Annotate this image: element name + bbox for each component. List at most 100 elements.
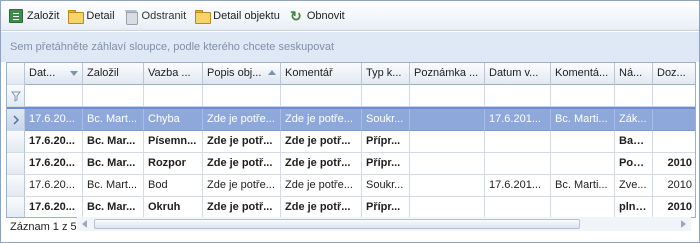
table-cell[interactable]: Zde je potře...: [281, 175, 362, 197]
filter-cell[interactable]: [615, 85, 653, 107]
sort-asc-icon: [268, 70, 276, 75]
table-cell[interactable]: 17.6.201...: [485, 175, 551, 197]
filter-cell[interactable]: [485, 85, 551, 107]
filter-cell[interactable]: [144, 85, 203, 107]
table-cell[interactable]: plně...: [615, 197, 653, 217]
scroll-right-icon[interactable]: [681, 220, 686, 228]
table-cell[interactable]: 17.6.20...: [25, 197, 83, 217]
group-by-panel[interactable]: Sem přetáhněte záhlaví sloupce, podle kt…: [1, 32, 699, 62]
table-cell[interactable]: Okruh: [144, 197, 203, 217]
table-cell[interactable]: Zde je potře...: [203, 175, 281, 197]
filter-cell[interactable]: [83, 85, 144, 107]
filter-cell[interactable]: [362, 85, 410, 107]
column-header[interactable]: Doz...: [653, 63, 695, 85]
filter-cell[interactable]: [653, 85, 695, 107]
row-indicator[interactable]: [7, 197, 25, 217]
row-indicator[interactable]: [7, 109, 25, 131]
horizontal-scrollbar[interactable]: [77, 217, 691, 231]
column-header[interactable]: Popis obj...: [203, 63, 281, 85]
object-detail-button[interactable]: Detail objektu: [195, 5, 285, 27]
table-cell[interactable]: [551, 197, 615, 217]
table-cell[interactable]: Bc. Mart...: [83, 175, 144, 197]
column-header[interactable]: Dat...: [25, 63, 83, 85]
filter-cell[interactable]: [410, 85, 485, 107]
table-cell[interactable]: 2010: [653, 175, 695, 197]
table-cell[interactable]: [410, 153, 485, 175]
table-cell[interactable]: Zde je potře...: [281, 109, 362, 131]
column-header[interactable]: Typ k...: [362, 63, 410, 85]
table-cell[interactable]: Zde je potř...: [203, 131, 281, 153]
filter-cell[interactable]: [281, 85, 362, 107]
scroll-left-icon[interactable]: [82, 220, 87, 228]
column-header[interactable]: Komentá...: [551, 63, 615, 85]
detail-button[interactable]: Detail: [68, 5, 119, 27]
table-cell[interactable]: [653, 109, 695, 131]
grid-window: Založit Detail Odstranit Detail objektu …: [0, 0, 700, 243]
column-header[interactable]: Vazba ...: [144, 63, 203, 85]
table-cell[interactable]: 17.6.20...: [25, 131, 83, 153]
table-cell[interactable]: 17.6.201...: [485, 109, 551, 131]
table-cell[interactable]: Zde je potř...: [281, 153, 362, 175]
table-cell[interactable]: [410, 197, 485, 217]
row-indicator[interactable]: [7, 175, 25, 197]
table-cell[interactable]: Soukr...: [362, 175, 410, 197]
table-cell[interactable]: Chyba: [144, 109, 203, 131]
table-cell[interactable]: Rozpor: [144, 153, 203, 175]
table-cell[interactable]: Přípr...: [362, 131, 410, 153]
row-indicator[interactable]: [7, 131, 25, 153]
table-row[interactable]: 17.6.20... Bc. Mar... Rozpor Zde je potř...…: [7, 153, 695, 175]
table-cell[interactable]: [485, 131, 551, 153]
table-cell[interactable]: Zde je potř...: [203, 153, 281, 175]
table-cell[interactable]: [485, 197, 551, 217]
table-cell[interactable]: Zde je potř...: [281, 131, 362, 153]
table-cell[interactable]: 2010: [653, 197, 695, 217]
column-header[interactable]: Datum v...: [485, 63, 551, 85]
refresh-button[interactable]: ↻ Obnovit: [289, 5, 350, 27]
table-cell[interactable]: [653, 131, 695, 153]
scrollbar-thumb[interactable]: [94, 219, 580, 229]
table-cell[interactable]: Soukr...: [362, 109, 410, 131]
table-row[interactable]: 17.6.20... Bc. Mar... Písemn... Zde je potř…: [7, 131, 695, 153]
table-cell[interactable]: Bc. Mar...: [83, 197, 144, 217]
table-cell[interactable]: Přípr...: [362, 153, 410, 175]
table-cell[interactable]: Zde je potře...: [203, 109, 281, 131]
delete-button[interactable]: Odstranit: [124, 5, 192, 27]
table-cell[interactable]: Bc. Mar...: [83, 131, 144, 153]
table-cell[interactable]: Bc. Mart...: [83, 109, 144, 131]
table-row[interactable]: 17.6.20... Bc. Mart... Chyba Zde je potře..…: [7, 109, 695, 131]
table-cell[interactable]: [485, 153, 551, 175]
table-cell[interactable]: [410, 109, 485, 131]
table-row[interactable]: 17.6.20... Bc. Mart... Bod Zde je potře... Z…: [7, 175, 695, 197]
table-cell[interactable]: 2010: [653, 153, 695, 175]
filter-cell[interactable]: [25, 85, 83, 107]
column-header[interactable]: Ná...: [615, 63, 653, 85]
table-cell[interactable]: Bc. Marti...: [551, 175, 615, 197]
create-button[interactable]: Založit: [9, 5, 64, 27]
table-cell[interactable]: [410, 131, 485, 153]
table-cell[interactable]: Zák...: [615, 109, 653, 131]
table-cell[interactable]: Poc...: [615, 153, 653, 175]
table-cell[interactable]: Přípr...: [362, 197, 410, 217]
table-row[interactable]: 17.6.20... Bc. Mar... Okruh Zde je potř... Z…: [7, 197, 695, 217]
table-cell[interactable]: 17.6.20...: [25, 153, 83, 175]
column-header[interactable]: Založil: [83, 63, 144, 85]
table-cell[interactable]: 17.6.20...: [25, 109, 83, 131]
filter-cell[interactable]: [551, 85, 615, 107]
table-cell[interactable]: 17.6.20...: [25, 175, 83, 197]
column-header[interactable]: Poznámka ...: [410, 63, 485, 85]
table-cell[interactable]: [410, 175, 485, 197]
table-cell[interactable]: Bc. Marti...: [551, 109, 615, 131]
table-cell[interactable]: Zve...: [615, 175, 653, 197]
table-cell[interactable]: Ban...: [615, 131, 653, 153]
row-indicator[interactable]: [7, 153, 25, 175]
table-cell[interactable]: Bc. Mar...: [83, 153, 144, 175]
table-cell[interactable]: Bod: [144, 175, 203, 197]
column-header[interactable]: Komentář: [281, 63, 362, 85]
table-cell[interactable]: Písemn...: [144, 131, 203, 153]
table-cell[interactable]: Zde je potř...: [203, 197, 281, 217]
table-cell[interactable]: [551, 153, 615, 175]
filter-cell[interactable]: [203, 85, 281, 107]
header-indicator: [7, 63, 25, 85]
table-cell[interactable]: Zde je potř...: [281, 197, 362, 217]
table-cell[interactable]: [551, 131, 615, 153]
